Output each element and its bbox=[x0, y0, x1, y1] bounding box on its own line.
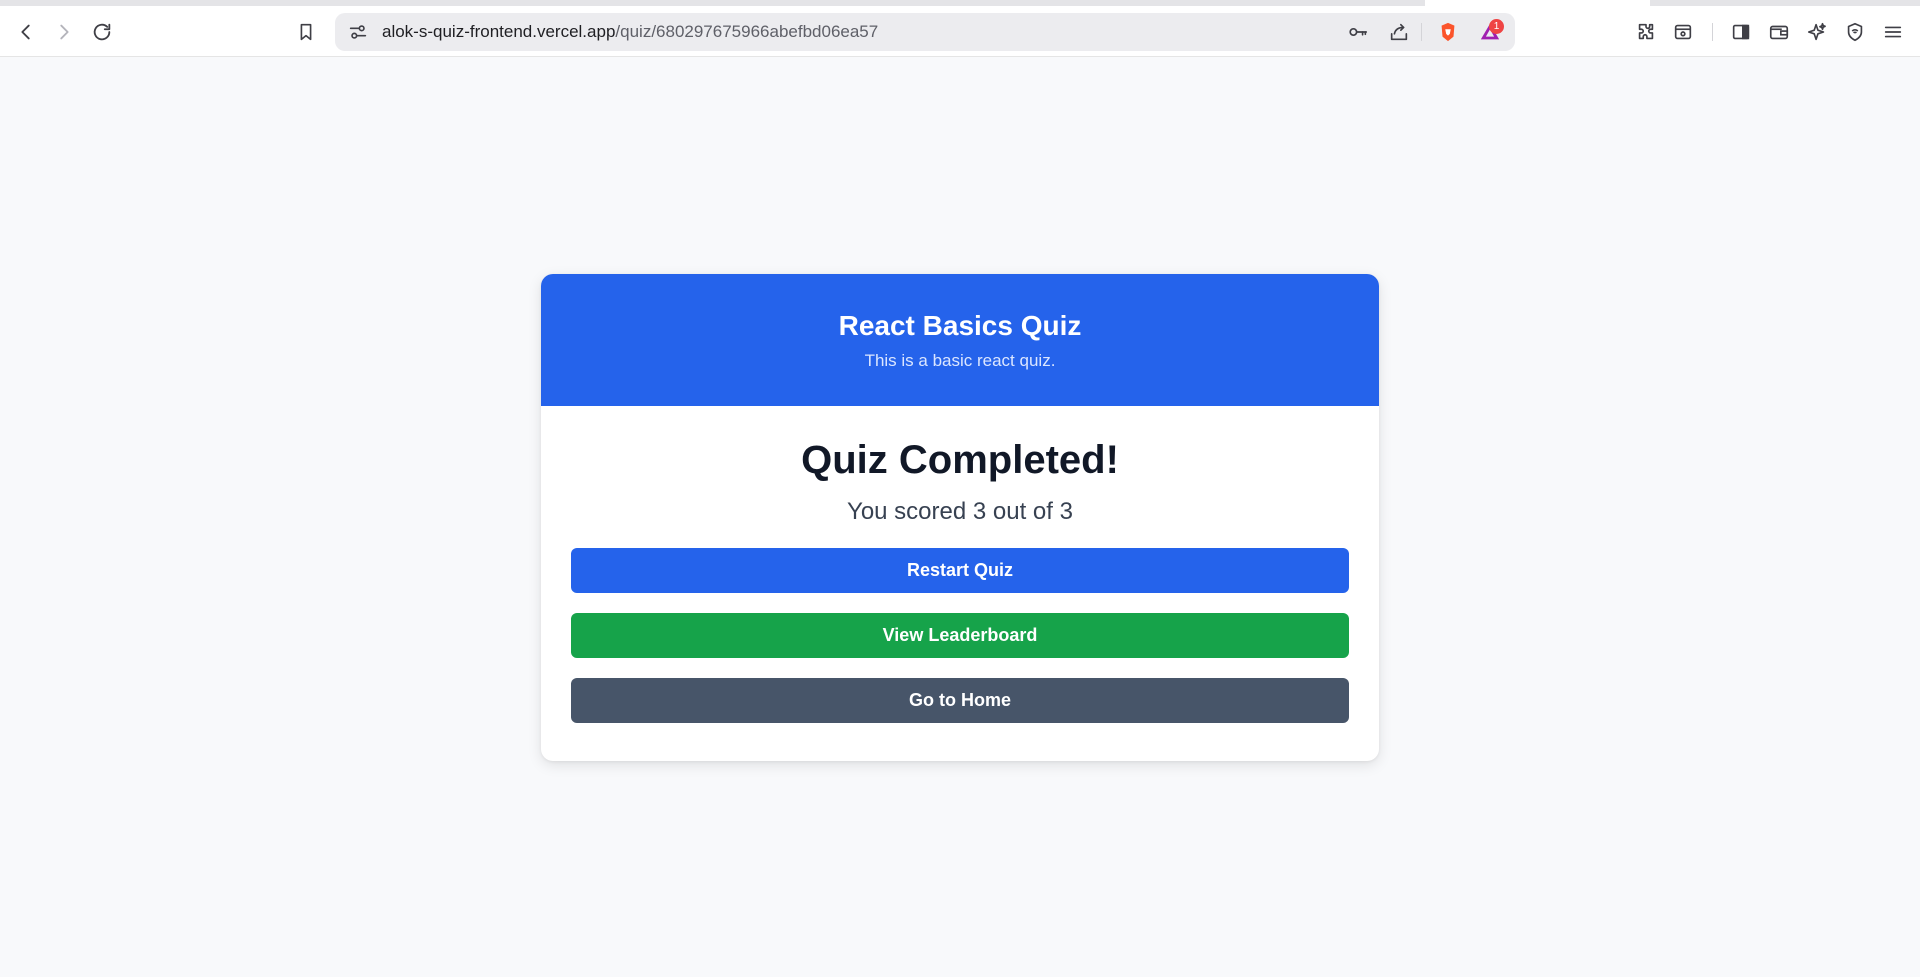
address-bar[interactable]: alok-s-quiz-frontend.vercel.app/quiz/680… bbox=[335, 13, 1515, 51]
share-icon[interactable] bbox=[1382, 13, 1416, 51]
wallet-icon[interactable] bbox=[1763, 6, 1795, 57]
go-home-button[interactable]: Go to Home bbox=[571, 678, 1349, 723]
url-text[interactable]: alok-s-quiz-frontend.vercel.app/quiz/680… bbox=[382, 13, 878, 51]
score-text: You scored 3 out of 3 bbox=[847, 498, 1073, 525]
rewards-badge: 1 bbox=[1489, 19, 1504, 34]
divider bbox=[1712, 23, 1713, 41]
divider bbox=[1421, 23, 1422, 41]
site-settings-icon[interactable] bbox=[341, 13, 375, 51]
back-icon[interactable] bbox=[10, 6, 42, 57]
brave-rewards-icon[interactable]: 1 bbox=[1473, 13, 1507, 51]
vpn-icon[interactable] bbox=[1839, 6, 1871, 57]
url-host: alok-s-quiz-frontend.vercel.app bbox=[382, 22, 616, 41]
forward-icon[interactable] bbox=[48, 6, 80, 57]
brave-shields-icon[interactable] bbox=[1431, 13, 1465, 51]
completed-heading: Quiz Completed! bbox=[801, 438, 1119, 482]
bookmark-icon[interactable] bbox=[290, 6, 322, 57]
key-icon[interactable] bbox=[1341, 13, 1375, 51]
reload-icon[interactable] bbox=[86, 6, 118, 57]
restart-quiz-button[interactable]: Restart Quiz bbox=[571, 548, 1349, 593]
screenshot-icon[interactable] bbox=[1667, 6, 1699, 57]
quiz-header: React Basics Quiz This is a basic react … bbox=[541, 274, 1379, 406]
quiz-result-body: Quiz Completed! You scored 3 out of 3 Re… bbox=[541, 406, 1379, 723]
quiz-result-card: React Basics Quiz This is a basic react … bbox=[541, 274, 1379, 761]
quiz-description: This is a basic react quiz. bbox=[864, 351, 1056, 370]
url-path: /quiz/680297675966abefbd06ea57 bbox=[615, 22, 879, 41]
sidebar-icon[interactable] bbox=[1725, 6, 1757, 57]
leo-ai-icon[interactable] bbox=[1801, 6, 1833, 57]
browser-toolbar: alok-s-quiz-frontend.vercel.app/quiz/680… bbox=[0, 6, 1920, 57]
extensions-icon[interactable] bbox=[1630, 6, 1662, 57]
view-leaderboard-button[interactable]: View Leaderboard bbox=[571, 613, 1349, 658]
menu-icon[interactable] bbox=[1877, 6, 1909, 57]
quiz-title: React Basics Quiz bbox=[838, 310, 1082, 341]
